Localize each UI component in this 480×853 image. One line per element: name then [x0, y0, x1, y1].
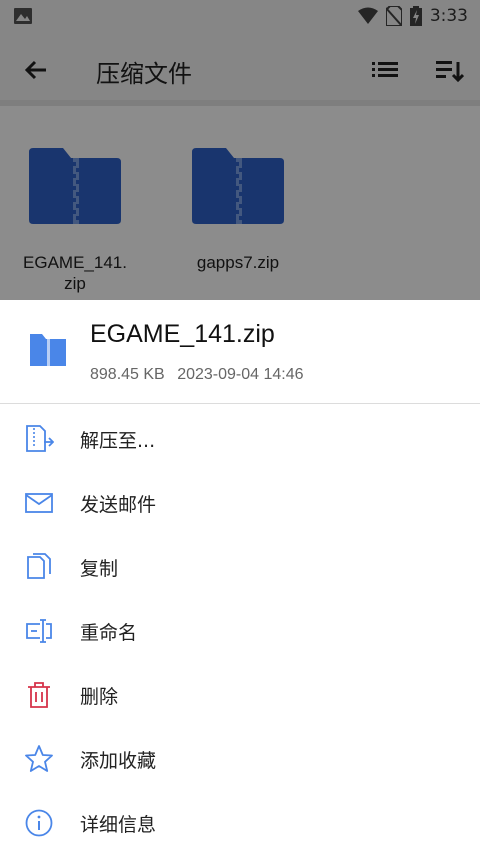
sheet-file-name: EGAME_141.zip [90, 320, 275, 348]
file-meta: 898.45 KB 2023-09-04 14:46 [90, 366, 304, 384]
extract-icon [26, 425, 54, 452]
menu-label: 解压至... [80, 430, 156, 452]
menu-label: 重命名 [80, 622, 138, 644]
menu-label: 详细信息 [80, 814, 157, 836]
trash-icon [28, 682, 50, 708]
menu-item-details[interactable]: 详细信息 [0, 790, 480, 853]
menu-item-delete[interactable]: 删除 [0, 662, 480, 726]
info-icon [25, 809, 53, 837]
menu-item-copy[interactable]: 复制 [0, 534, 480, 598]
mail-icon [25, 493, 53, 513]
scrim-overlay[interactable] [0, 0, 480, 300]
file-size: 898.45 KB [90, 366, 165, 383]
action-menu: 解压至... 发送邮件 复制 重命名 删除 添加收藏 详细信息 [0, 404, 480, 853]
menu-item-favorite[interactable]: 添加收藏 [0, 726, 480, 790]
menu-label: 删除 [80, 686, 119, 708]
copy-icon [27, 553, 51, 579]
menu-label: 添加收藏 [80, 750, 157, 772]
bottom-sheet: EGAME_141.zip 898.45 KB 2023-09-04 14:46… [0, 300, 480, 853]
star-icon [25, 745, 53, 772]
menu-item-rename[interactable]: 重命名 [0, 598, 480, 662]
file-date: 2023-09-04 14:46 [177, 366, 304, 383]
rename-icon [26, 619, 52, 643]
menu-item-extract[interactable]: 解压至... [0, 406, 480, 470]
menu-label: 发送邮件 [80, 494, 157, 516]
menu-item-send-mail[interactable]: 发送邮件 [0, 470, 480, 534]
zip-file-icon [30, 334, 66, 366]
menu-label: 复制 [80, 558, 119, 580]
sheet-header: EGAME_141.zip 898.45 KB 2023-09-04 14:46 [0, 300, 480, 404]
